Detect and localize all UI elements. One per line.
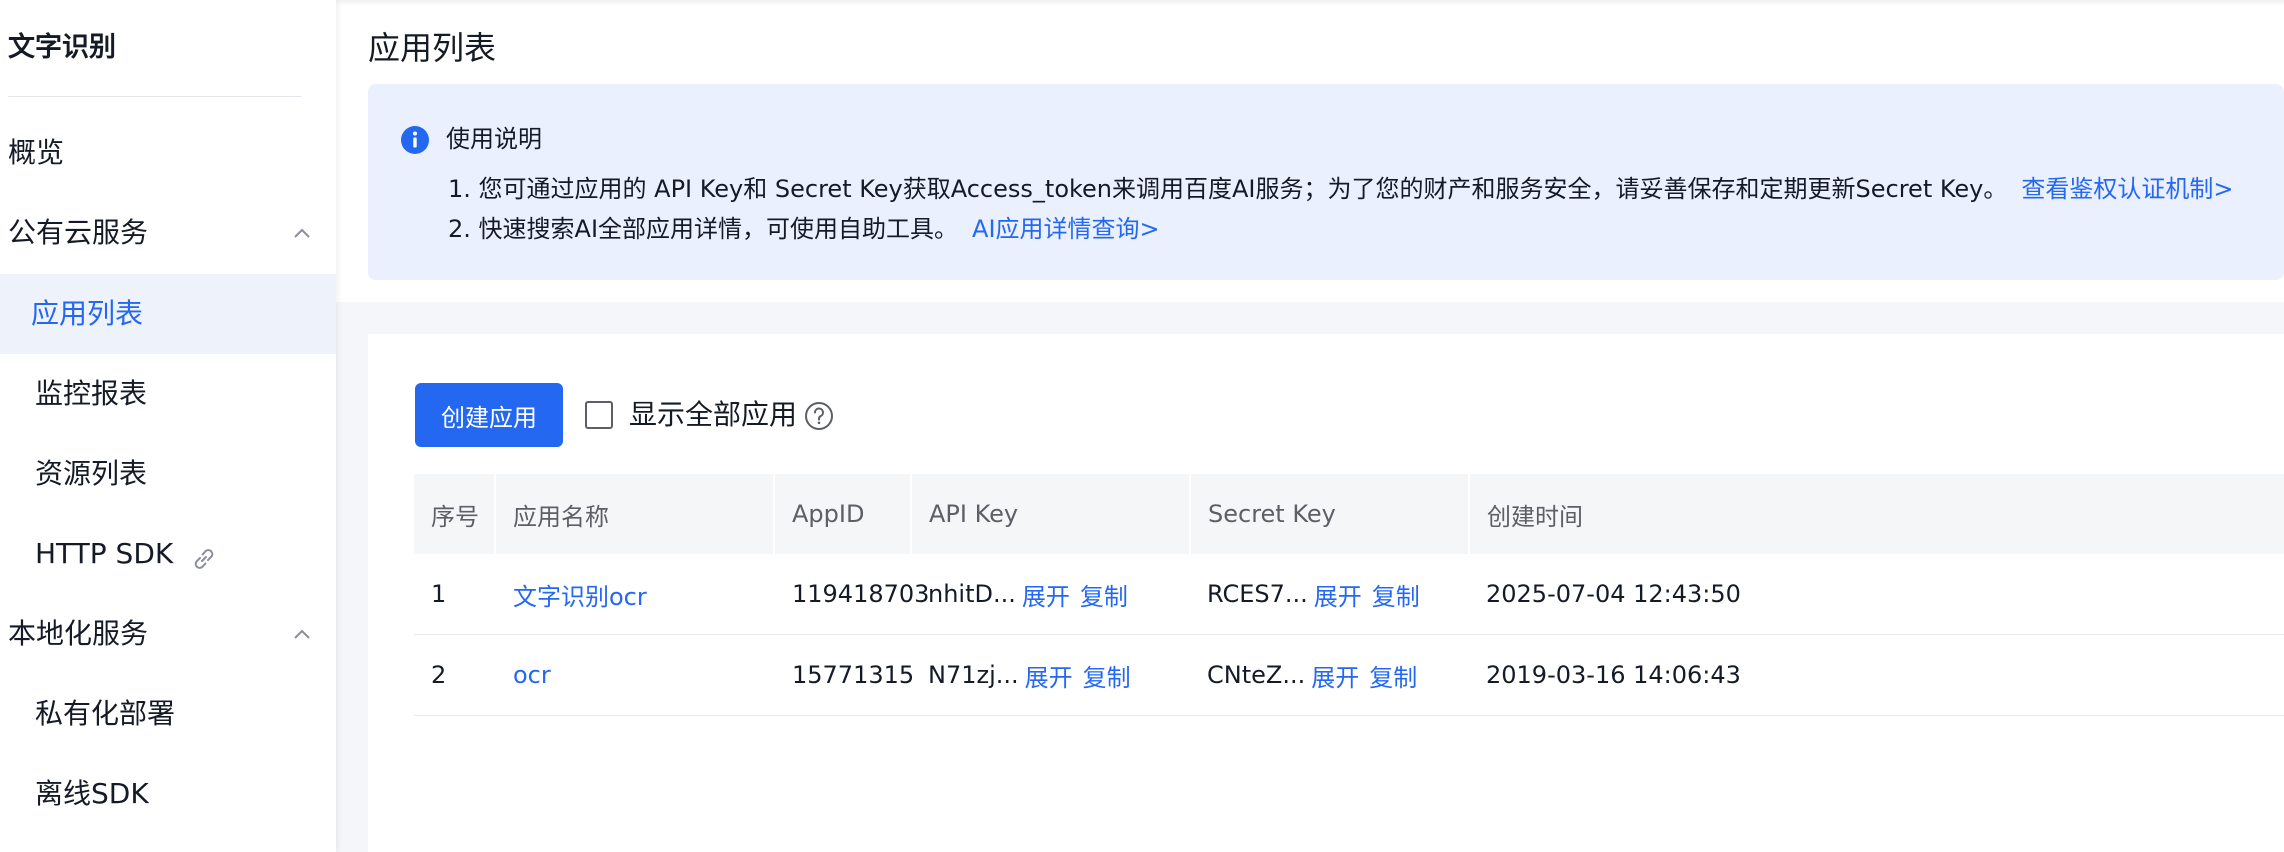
show-all-apps-checkbox[interactable] bbox=[585, 401, 613, 429]
column-header-api-key: API Key bbox=[929, 500, 1019, 528]
secret-key-value: RCES7... bbox=[1207, 580, 1308, 608]
sidebar-item-app-list[interactable]: 应用列表 bbox=[0, 274, 336, 354]
notice-title: 使用说明 bbox=[446, 125, 542, 153]
column-divider bbox=[773, 474, 775, 554]
cell-app-id: 15771315 bbox=[792, 661, 915, 689]
column-divider bbox=[494, 474, 496, 554]
cell-created-time: 2025-07-04 12:43:50 bbox=[1486, 580, 1741, 608]
sidebar: 文字识别 概览 公有云服务 应用列表 监控报表 资源列表 HTTP SDK 本地… bbox=[0, 0, 336, 852]
sidebar-item-label: 资源列表 bbox=[35, 457, 148, 490]
cell-secret-key: RCES7... 展开 复制 bbox=[1207, 554, 1420, 634]
sidebar-title: 文字识别 bbox=[8, 32, 116, 63]
notice-line-1: 1. 您可通过应用的 API Key和 Secret Key获取Access_t… bbox=[448, 172, 2233, 206]
sidebar-item-label: 本地化服务 bbox=[8, 617, 149, 650]
auth-mechanism-link[interactable]: 查看鉴权认证机制> bbox=[2021, 175, 2233, 203]
sidebar-divider bbox=[8, 96, 302, 97]
api-key-value: N71zj... bbox=[928, 661, 1019, 689]
notice-line-2-text: 2. 快速搜索AI全部应用详情，可使用自助工具。 bbox=[448, 215, 959, 243]
app-list-card: 创建应用 显示全部应用 序号 应用名称 AppID API Key Secret… bbox=[368, 334, 2284, 852]
sidebar-item-monitor-report[interactable]: 监控报表 bbox=[0, 354, 336, 434]
sidebar-item-resource-list[interactable]: 资源列表 bbox=[0, 434, 336, 514]
notice-line-1-text: 1. 您可通过应用的 API Key和 Secret Key获取Access_t… bbox=[448, 175, 2008, 203]
api-key-copy-link[interactable]: 复制 bbox=[1080, 577, 1128, 612]
cell-index: 1 bbox=[431, 580, 447, 608]
usage-notice: 使用说明 1. 您可通过应用的 API Key和 Secret Key获取Acc… bbox=[368, 84, 2284, 280]
table-header: 序号 应用名称 AppID API Key Secret Key 创建时间 bbox=[414, 474, 2284, 554]
create-app-button[interactable]: 创建应用 bbox=[415, 383, 563, 447]
info-icon bbox=[401, 126, 429, 154]
cell-created-time: 2019-03-16 14:06:43 bbox=[1486, 661, 1741, 689]
cell-secret-key: CNteZ... 展开 复制 bbox=[1207, 635, 1417, 715]
secret-key-expand-link[interactable]: 展开 bbox=[1314, 577, 1362, 612]
api-key-value: nhitD... bbox=[928, 580, 1016, 608]
app-name-link[interactable]: ocr bbox=[513, 635, 551, 715]
app-detail-query-link[interactable]: AI应用详情查询> bbox=[972, 215, 1160, 243]
sidebar-group-local-service[interactable]: 本地化服务 bbox=[0, 594, 336, 674]
cell-index: 2 bbox=[431, 661, 447, 689]
notice-line-2: 2. 快速搜索AI全部应用详情，可使用自助工具。 AI应用详情查询> bbox=[448, 212, 1160, 246]
show-all-apps-label[interactable]: 显示全部应用 bbox=[629, 396, 797, 434]
column-divider bbox=[1189, 474, 1191, 554]
sidebar-item-overview[interactable]: 概览 bbox=[0, 113, 336, 193]
column-header-app-id: AppID bbox=[792, 500, 865, 528]
sidebar-item-offline-sdk[interactable]: 离线SDK bbox=[0, 754, 336, 834]
sidebar-item-label: 私有化部署 bbox=[35, 697, 176, 730]
top-shadow bbox=[336, 0, 2284, 6]
column-header-created-time: 创建时间 bbox=[1487, 502, 1583, 531]
sidebar-item-label: 概览 bbox=[8, 136, 65, 169]
app-table: 序号 应用名称 AppID API Key Secret Key 创建时间 1 … bbox=[414, 474, 2284, 716]
sidebar-item-label: HTTP SDK bbox=[35, 537, 174, 570]
link-icon bbox=[195, 549, 214, 569]
api-key-expand-link[interactable]: 展开 bbox=[1025, 658, 1073, 693]
question-circle-icon[interactable] bbox=[804, 401, 834, 431]
sidebar-item-label: 公有云服务 bbox=[8, 216, 149, 249]
sidebar-item-label: 监控报表 bbox=[35, 377, 148, 410]
api-key-expand-link[interactable]: 展开 bbox=[1022, 577, 1070, 612]
sidebar-item-http-sdk[interactable]: HTTP SDK bbox=[0, 514, 336, 594]
sidebar-item-label: 离线SDK bbox=[35, 777, 149, 810]
secret-key-value: CNteZ... bbox=[1207, 661, 1306, 689]
chevron-up-icon[interactable] bbox=[292, 223, 312, 243]
secret-key-copy-link[interactable]: 复制 bbox=[1372, 577, 1420, 612]
column-header-index: 序号 bbox=[431, 502, 479, 531]
api-key-copy-link[interactable]: 复制 bbox=[1083, 658, 1131, 693]
sidebar-item-label: 应用列表 bbox=[31, 297, 144, 330]
cell-api-key: N71zj... 展开 复制 bbox=[928, 635, 1131, 715]
column-header-app-name: 应用名称 bbox=[513, 502, 609, 531]
table-row: 2 ocr 15771315 N71zj... 展开 复制 CNteZ... 展… bbox=[414, 635, 2284, 716]
sidebar-item-private-deploy[interactable]: 私有化部署 bbox=[0, 674, 336, 754]
cell-api-key: nhitD... 展开 复制 bbox=[928, 554, 1128, 634]
cell-app-id: 119418703 bbox=[792, 580, 930, 608]
secret-key-expand-link[interactable]: 展开 bbox=[1311, 658, 1359, 693]
chevron-up-icon[interactable] bbox=[292, 624, 312, 644]
sidebar-group-public-cloud[interactable]: 公有云服务 bbox=[0, 193, 336, 273]
header-area: 应用列表 使用说明 1. 您可通过应用的 API Key和 Secret Key… bbox=[336, 0, 2284, 302]
secret-key-copy-link[interactable]: 复制 bbox=[1369, 658, 1417, 693]
column-divider bbox=[1468, 474, 1470, 554]
column-divider bbox=[910, 474, 912, 554]
page-title: 应用列表 bbox=[368, 29, 497, 67]
column-header-secret-key: Secret Key bbox=[1208, 500, 1336, 528]
table-row: 1 文字识别ocr 119418703 nhitD... 展开 复制 RCES7… bbox=[414, 554, 2284, 635]
app-name-link[interactable]: 文字识别ocr bbox=[513, 554, 647, 634]
